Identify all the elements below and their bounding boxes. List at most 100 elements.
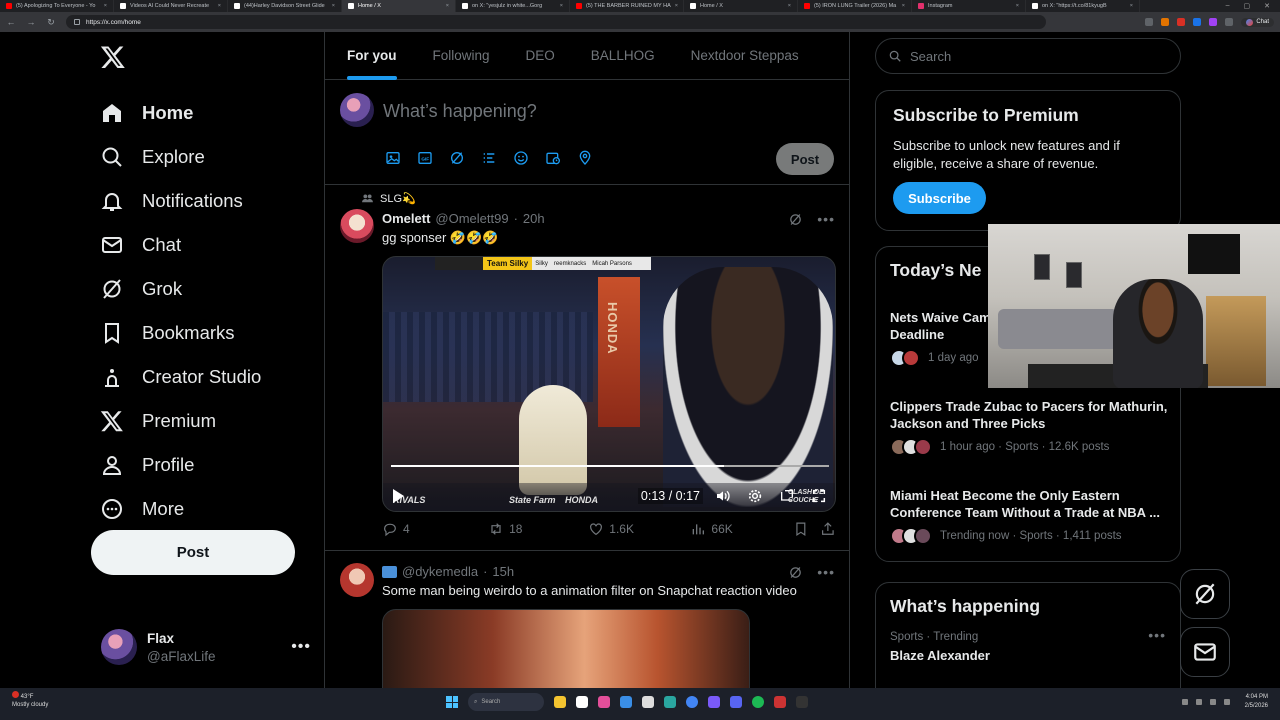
tweet[interactable]: SLG💫 Omelett @Omelett99 · 20h ••• gg spo… [325,185,849,551]
close-tab-icon[interactable]: × [218,3,221,9]
tray-icon[interactable] [1196,699,1202,705]
taskbar-search[interactable]: ⌕ Search [468,693,544,711]
settings-icon[interactable] [747,488,763,504]
play-icon[interactable] [393,489,404,503]
weather-widget[interactable]: 43°F Mostly cloudy [12,691,48,709]
browser-tab[interactable]: Home / X × [684,0,798,12]
app-icon[interactable] [708,696,720,708]
emoji-icon[interactable] [513,150,529,166]
trend-topic[interactable]: Blaze Alexander [890,648,990,663]
news-item[interactable]: Clippers Trade Zubac to Pacers for Mathu… [890,398,1170,456]
more-icon[interactable]: ••• [817,564,835,580]
sidebar-item-bookmarks[interactable]: Bookmarks [100,311,261,355]
browser-tab[interactable]: (44)Harley Davidson Street Glide × [228,0,342,12]
close-tab-icon[interactable]: × [902,3,905,9]
tab-for-you[interactable]: For you [347,32,397,80]
forward-icon[interactable]: → [26,17,36,27]
windows-start-icon[interactable] [446,696,458,708]
search-input[interactable]: Search [875,38,1181,74]
tab-following[interactable]: Following [433,32,490,80]
share-icon[interactable] [820,521,836,537]
social-context[interactable]: SLG💫 [361,192,416,205]
close-tab-icon[interactable]: × [446,3,449,9]
grok-icon[interactable] [788,565,803,580]
tweet-author-handle[interactable]: @Omelett99 [435,211,508,226]
subscribe-button[interactable]: Subscribe [893,182,986,214]
minimize-icon[interactable]: – [1226,2,1230,10]
gif-icon[interactable]: GIF [417,150,433,166]
sidebar-item-premium[interactable]: Premium [100,399,261,443]
video-player[interactable]: Team Silky Silky reemknacks Micah Parson… [382,256,836,512]
tweet-author-name[interactable]: Omelett [382,211,430,226]
tweet-media[interactable] [382,609,750,688]
extension-icon[interactable] [1161,18,1170,26]
sidebar-item-chat[interactable]: Chat [100,223,261,267]
tray-icon[interactable] [1182,699,1188,705]
close-tab-icon[interactable]: × [675,3,678,9]
back-icon[interactable]: ← [6,17,16,27]
tweet-time[interactable]: 20h [523,211,545,226]
browser-tab[interactable]: on X: "https://t.co/81kyugB × [1026,0,1140,12]
sidebar-item-grok[interactable]: Grok [100,267,261,311]
sidebar-item-home[interactable]: Home [100,91,261,135]
app-icon[interactable] [620,696,632,708]
chrome-icon[interactable] [686,696,698,708]
news-item[interactable]: Miami Heat Become the Only Eastern Confe… [890,487,1170,545]
reply-button[interactable]: 4 [382,521,488,537]
sidebar-item-more[interactable]: More [100,487,261,531]
tweet-author-handle[interactable]: @dykemedla [402,564,478,579]
browser-tab[interactable]: Home / X × [342,0,456,12]
sidebar-item-profile[interactable]: Profile [100,443,261,487]
more-icon[interactable]: ••• [1148,627,1166,643]
spotify-icon[interactable] [752,696,764,708]
site-info-icon[interactable] [74,19,80,25]
browser-tab[interactable]: on X: "yesjulz in white...Gorg × [456,0,570,12]
app-icon[interactable] [642,696,654,708]
composer-input[interactable]: What’s happening? [383,101,537,122]
close-tab-icon[interactable]: × [332,3,335,9]
grok-icon[interactable] [449,150,465,166]
x-logo-icon[interactable] [100,44,126,70]
extension-icon[interactable] [1145,18,1154,26]
app-icon[interactable] [774,696,786,708]
discord-icon[interactable] [730,696,742,708]
extension-icon[interactable] [1177,18,1186,26]
tray-icon[interactable] [1224,699,1230,705]
poll-icon[interactable] [481,150,497,166]
close-window-icon[interactable]: ✕ [1264,2,1270,10]
tab-deo[interactable]: DEO [526,32,555,80]
video-progress-bar[interactable] [391,465,829,467]
tweet[interactable]: @dykemedla · 15h ••• Some man being weir… [325,551,849,688]
close-tab-icon[interactable]: × [788,3,791,9]
edge-icon[interactable] [664,696,676,708]
extension-icon[interactable] [1193,18,1202,26]
messages-fab[interactable] [1180,627,1230,677]
maximize-icon[interactable]: ▢ [1244,2,1251,10]
bookmark-icon[interactable] [793,521,809,537]
more-icon[interactable]: ••• [817,211,835,227]
tab-ballhog[interactable]: BALLHOG [591,32,655,80]
composer-post-button[interactable]: Post [776,143,834,175]
post-button[interactable]: Post [91,530,295,575]
task-view-icon[interactable] [576,696,588,708]
close-tab-icon[interactable]: × [104,3,107,9]
like-button[interactable]: 1.6K [588,521,690,537]
fullscreen-icon[interactable] [811,488,827,504]
app-icon[interactable] [598,696,610,708]
volume-icon[interactable] [715,488,731,504]
close-tab-icon[interactable]: × [1130,3,1133,9]
address-bar[interactable]: https://x.com/home [66,15,1046,29]
browser-tab[interactable]: (5) IRON LUNG Trailer (2026) Ma × [798,0,912,12]
extension-icon[interactable] [1209,18,1218,26]
views-button[interactable]: 66K [690,521,792,537]
grok-icon[interactable] [788,212,803,227]
avatar[interactable] [340,209,374,243]
tray-icon[interactable] [1210,699,1216,705]
sidebar-item-creator[interactable]: Creator Studio [100,355,261,399]
browser-chat-button[interactable]: Chat [1241,17,1274,27]
sidebar-item-explore[interactable]: Explore [100,135,261,179]
sidebar-item-notifications[interactable]: Notifications [100,179,261,223]
avatar[interactable] [340,563,374,597]
browser-tab[interactable]: Videos AI Could Never Recreate × [114,0,228,12]
close-tab-icon[interactable]: × [560,3,563,9]
